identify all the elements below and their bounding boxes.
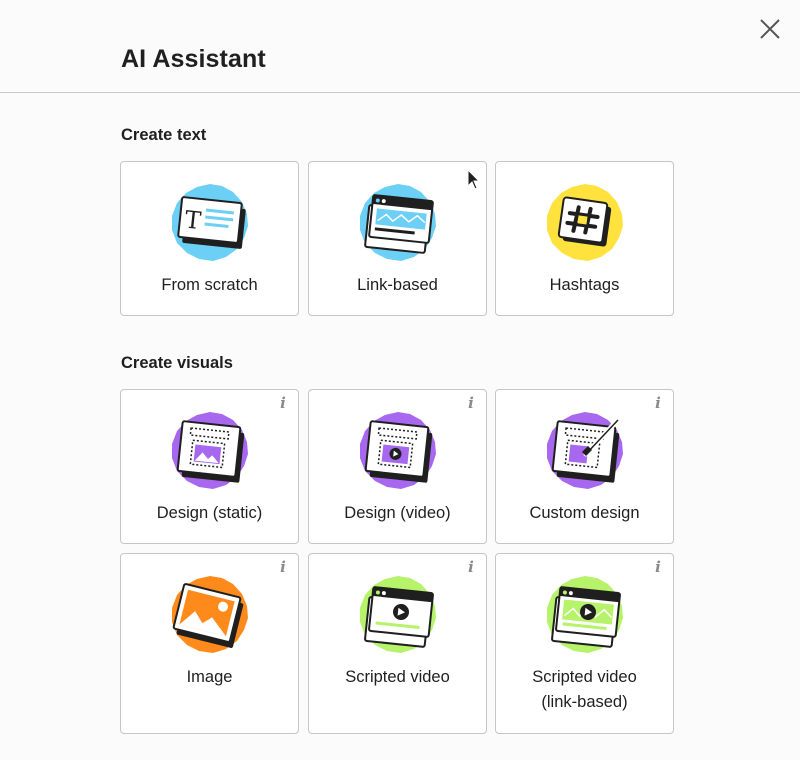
info-icon[interactable]: i <box>276 558 290 576</box>
close-icon[interactable] <box>754 14 786 46</box>
card-from-scratch[interactable]: T From scratch <box>120 161 299 316</box>
card-label: Hashtags <box>549 276 620 294</box>
card-label: Design (static) <box>156 504 263 522</box>
info-icon[interactable]: i <box>464 394 478 412</box>
design-static-icon <box>172 412 248 489</box>
mouse-cursor-icon <box>467 169 481 190</box>
scripted-video-icon <box>360 576 436 653</box>
image-icon <box>172 576 248 653</box>
info-icon[interactable]: i <box>276 394 290 412</box>
card-label: From scratch <box>161 276 258 294</box>
svg-text:T: T <box>183 205 202 235</box>
scripted-video-link-icon <box>547 576 623 653</box>
card-image[interactable]: i Image <box>120 553 299 734</box>
info-icon[interactable]: i <box>464 558 478 576</box>
card-scripted-video[interactable]: i Scripted video <box>308 553 487 734</box>
hashtag-icon <box>547 184 623 261</box>
card-label: Scripted video (link-based) <box>532 668 637 711</box>
card-link-based[interactable]: Link-based <box>308 161 487 316</box>
card-label: Image <box>186 668 233 686</box>
card-scripted-video-link-based[interactable]: i Scripted video (link-based) <box>495 553 674 734</box>
card-label: Custom design <box>529 504 640 522</box>
card-label: Link-based <box>357 276 438 294</box>
info-icon[interactable]: i <box>651 558 665 576</box>
modal-header: AI Assistant <box>0 0 800 93</box>
modal-title: AI Assistant <box>121 45 266 73</box>
card-label: Scripted video <box>345 668 450 686</box>
card-hashtags[interactable]: Hashtags <box>495 161 674 316</box>
custom-design-icon <box>547 412 623 489</box>
card-label: Design (video) <box>344 504 451 522</box>
design-video-icon <box>360 412 436 489</box>
section-title-create-visuals: Create visuals <box>121 354 233 372</box>
card-design-static[interactable]: i Design (static) <box>120 389 299 544</box>
card-design-video[interactable]: i Design (video) <box>308 389 487 544</box>
section-title-create-text: Create text <box>121 126 207 144</box>
text-document-icon: T <box>172 184 248 261</box>
info-icon[interactable]: i <box>651 394 665 412</box>
browser-link-icon <box>360 184 436 261</box>
card-custom-design[interactable]: i Custom design <box>495 389 674 544</box>
